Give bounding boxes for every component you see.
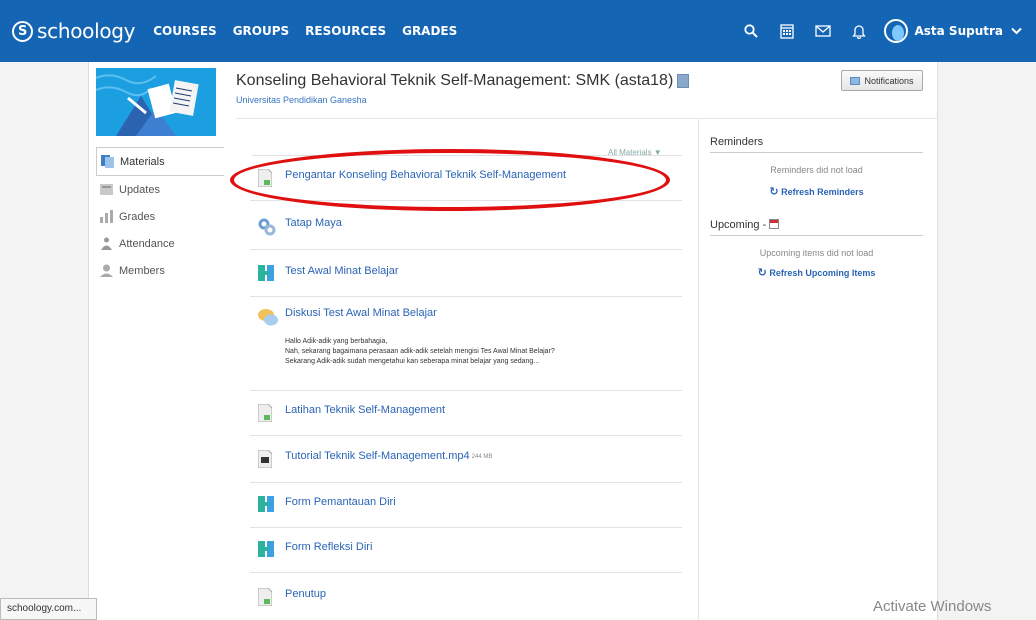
nav-groups[interactable]: GROUPS [233, 24, 289, 38]
material-item-assessment[interactable]: Test Awal Minat Belajar [250, 250, 682, 297]
notifications-icon [850, 76, 861, 85]
material-item-file[interactable]: Tutorial Teknik Self-Management.mp4 244 … [250, 436, 682, 483]
description-line: Hallo Adik-adik yang berbahagia, [285, 338, 388, 345]
course-title-text: Konseling Behavioral Teknik Self-Managem… [236, 72, 674, 89]
chevron-down-icon [1011, 24, 1022, 38]
link-icon [258, 217, 276, 237]
avatar [884, 19, 909, 43]
grades-icon [100, 210, 113, 223]
refresh-upcoming-label: Refresh Upcoming Items [769, 268, 876, 278]
notifications-button[interactable]: Notifications [841, 70, 923, 91]
sidebar-item-materials[interactable]: Materials [96, 147, 224, 176]
members-icon [100, 264, 113, 277]
sidebar-item-label: Materials [120, 155, 165, 168]
schoology-logo-mark: S [12, 20, 33, 42]
header-divider [236, 118, 938, 119]
calendar-icon[interactable] [769, 219, 780, 229]
course-sidebar-nav: Materials Updates Grades Attendance Memb… [96, 147, 224, 284]
calendar-icon[interactable] [772, 16, 802, 46]
main-nav: COURSES GROUPS RESOURCES GRADES [153, 24, 473, 38]
sidebar-item-attendance[interactable]: Attendance [96, 230, 224, 257]
sidebar-item-grades[interactable]: Grades [96, 203, 224, 230]
reminders-message: Reminders did not load [770, 165, 863, 175]
material-item-discussion[interactable]: Diskusi Test Awal Minat Belajar Hallo Ad… [250, 297, 682, 391]
material-item-assessment[interactable]: Form Refleksi Diri [250, 528, 682, 573]
top-navigation-bar: S schoology COURSES GROUPS RESOURCES GRA… [0, 0, 1036, 62]
assessment-puzzle-icon [258, 265, 274, 285]
browser-status-bar: schoology.com... [0, 598, 97, 620]
sidebar-item-label: Attendance [119, 237, 175, 250]
refresh-icon: ↻ [769, 186, 779, 198]
assessment-puzzle-icon [258, 496, 274, 516]
nav-courses[interactable]: COURSES [153, 24, 216, 38]
messages-icon[interactable] [808, 16, 838, 46]
page-icon [257, 587, 274, 608]
material-title[interactable]: Tutorial Teknik Self-Management.mp4 [285, 450, 470, 462]
materials-icon [101, 155, 114, 168]
refresh-reminders-label: Refresh Reminders [781, 187, 864, 197]
file-size: 244 MB [471, 454, 493, 460]
attendance-icon [100, 237, 113, 250]
materials-list: Pengantar Konseling Behavioral Teknik Se… [250, 157, 682, 620]
reminders-heading: Reminders [710, 136, 923, 153]
material-title[interactable]: Test Awal Minat Belajar [285, 265, 399, 277]
school-link[interactable]: Universitas Pendidikan Ganesha [236, 95, 367, 105]
sidebar-item-updates[interactable]: Updates [96, 176, 224, 203]
upcoming-message: Upcoming items did not load [759, 248, 874, 258]
sidebar-item-members[interactable]: Members [96, 257, 224, 284]
description-line: Sekarang Adik-adik sudah mengetahui kan … [285, 358, 540, 365]
upcoming-heading: Upcoming - [710, 219, 923, 236]
reminders-panel: Reminders Reminders did not load ↻ Refre… [710, 136, 923, 198]
material-item-page[interactable]: Latihan Teknik Self-Management [250, 391, 682, 436]
sidebar-item-label: Members [119, 264, 165, 277]
discussion-content: Diskusi Test Awal Minat Belajar Hallo Ad… [285, 307, 555, 367]
notifications-bell-icon[interactable] [844, 16, 874, 46]
material-title[interactable]: Tatap Maya [285, 217, 342, 229]
refresh-upcoming-link[interactable]: ↻ Refresh Upcoming Items [710, 266, 923, 279]
sidebar-item-label: Grades [119, 210, 156, 223]
column-divider [698, 118, 699, 620]
search-icon[interactable] [736, 16, 766, 46]
highlight-annotation-ellipse [230, 149, 670, 211]
user-name: Asta Suputra [914, 24, 1003, 38]
refresh-reminders-link[interactable]: ↻ Refresh Reminders [710, 185, 923, 198]
windows-activation-watermark: Activate Windows [873, 598, 992, 615]
description-line: Nah, sekarang bagaimana perasaan adik-ad… [285, 348, 555, 355]
materials-filter-dropdown[interactable]: All Materials ▼ [608, 148, 662, 157]
schoology-logo-text: schoology [37, 19, 136, 43]
course-profile-image [96, 68, 216, 136]
upcoming-panel: Upcoming - Upcoming items did not load ↻… [710, 219, 923, 279]
course-info-icon[interactable] [677, 74, 690, 88]
schoology-logo[interactable]: S schoology [12, 19, 136, 43]
video-file-icon [257, 449, 274, 470]
material-title[interactable]: Diskusi Test Awal Minat Belajar [285, 307, 555, 319]
sidebar-item-label: Updates [119, 183, 160, 196]
page-icon [257, 403, 274, 424]
nav-grades[interactable]: GRADES [402, 24, 457, 38]
material-title[interactable]: Form Refleksi Diri [285, 541, 372, 553]
refresh-icon: ↻ [757, 267, 767, 279]
material-title[interactable]: Latihan Teknik Self-Management [285, 404, 445, 416]
notifications-button-label: Notifications [864, 75, 914, 86]
assessment-puzzle-icon [258, 541, 274, 561]
material-item-assessment[interactable]: Form Pemantauan Diri [250, 483, 682, 528]
discussion-description: Hallo Adik-adik yang berbahagia, Nah, se… [285, 337, 555, 367]
material-title[interactable]: Penutup [285, 588, 326, 600]
upcoming-heading-text: Upcoming - [710, 219, 767, 231]
user-menu[interactable]: Asta Suputra [884, 19, 1022, 43]
discussion-bubble-icon [258, 307, 278, 327]
material-item-page[interactable]: Penutup [250, 573, 682, 620]
page-title: Konseling Behavioral Teknik Self-Managem… [236, 72, 690, 90]
updates-icon [100, 183, 113, 196]
material-title[interactable]: Form Pemantauan Diri [285, 496, 396, 508]
nav-right-tools: Asta Suputra [730, 0, 1022, 62]
nav-resources[interactable]: RESOURCES [305, 24, 386, 38]
